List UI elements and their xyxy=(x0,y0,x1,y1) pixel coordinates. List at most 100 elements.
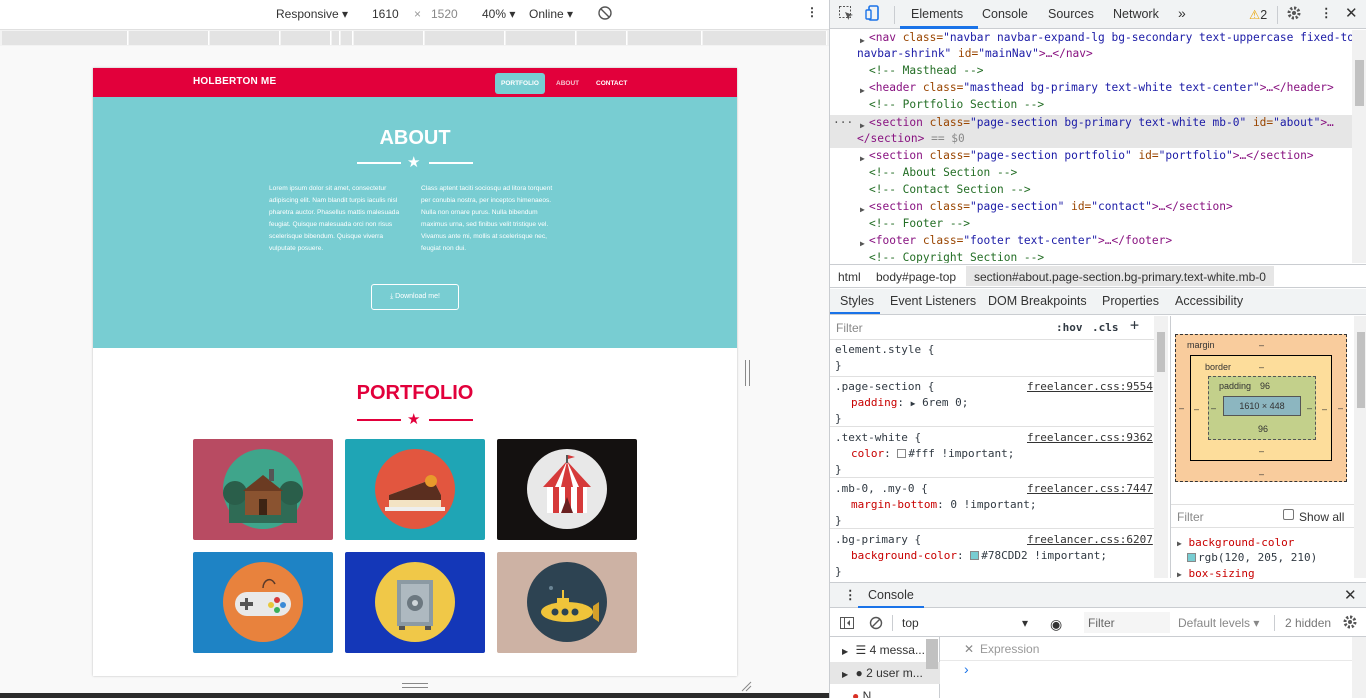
box-model-scrollbar[interactable] xyxy=(1354,316,1366,578)
dom-node-footer[interactable]: <footer class="footer text-center">…</fo… xyxy=(869,233,1172,250)
more-options-icon[interactable]: ⋮ xyxy=(806,5,818,19)
site-brand[interactable]: HOLBERTON ME xyxy=(193,76,276,87)
tab-network[interactable]: Network xyxy=(1113,7,1159,21)
tab-event-listeners[interactable]: Event Listeners xyxy=(890,294,976,308)
breadcrumb-html[interactable]: html xyxy=(838,270,861,284)
portfolio-item-cabin[interactable] xyxy=(193,439,333,540)
dom-node-section-contact[interactable]: <section class="page-section" id="contac… xyxy=(869,199,1233,216)
network-select[interactable]: Online ▾ xyxy=(529,7,573,21)
console-scrollbar[interactable] xyxy=(1352,637,1366,698)
rule-text-white[interactable]: .text-white { freelancer.css:9362 color:… xyxy=(830,429,1154,478)
portfolio-item-submarine[interactable] xyxy=(497,552,637,653)
rule-bg-primary[interactable]: .bg-primary { freelancer.css:6207 backgr… xyxy=(830,531,1154,578)
tab-sources[interactable]: Sources xyxy=(1048,7,1094,21)
height-input[interactable]: 1520 xyxy=(431,7,458,21)
resize-handle-right[interactable] xyxy=(745,360,750,386)
dom-node-section-portfolio[interactable]: <section class="page-section portfolio" … xyxy=(869,148,1314,165)
rule-element-style[interactable]: element.style { } xyxy=(830,342,1154,377)
zoom-select[interactable]: 40% ▾ xyxy=(482,7,515,21)
inspect-element-icon[interactable] xyxy=(838,5,854,24)
dom-comment[interactable]: <!-- Masthead --> xyxy=(869,63,984,80)
add-rule-icon[interactable]: + xyxy=(1130,317,1139,334)
scrollbar-thumb[interactable] xyxy=(926,639,938,669)
resize-handle-corner[interactable] xyxy=(740,680,752,692)
rule-declaration[interactable]: color: #fff !important; xyxy=(851,446,1014,462)
clear-console-icon[interactable] xyxy=(868,615,884,634)
tab-dom-breakpoints[interactable]: DOM Breakpoints xyxy=(988,294,1087,308)
rule-page-section[interactable]: .page-section { freelancer.css:9554 padd… xyxy=(830,378,1154,427)
portfolio-item-cake[interactable] xyxy=(345,439,485,540)
box-model-margin[interactable]: margin – – – – border – – – – padding 96… xyxy=(1175,334,1347,482)
box-model-border[interactable]: border – – – – padding 96 – – 96 1610 × … xyxy=(1190,355,1332,461)
rule-source-link[interactable]: freelancer.css:9554 xyxy=(1027,379,1153,395)
dom-node-section-about-close[interactable]: </section> == $0 xyxy=(857,131,965,148)
nav-link-contact[interactable]: CONTACT xyxy=(590,73,633,94)
close-icon[interactable]: ✕ xyxy=(964,642,974,656)
rule-declaration[interactable]: margin-bottom: 0 !important; xyxy=(851,497,1036,513)
rule-source-link[interactable]: freelancer.css:9362 xyxy=(1027,430,1153,446)
portfolio-item-circus[interactable] xyxy=(497,439,637,540)
sidebar-item-user-label[interactable]: ▶ ● 2 user m... xyxy=(842,666,923,680)
drawer-tab-console[interactable]: Console xyxy=(868,588,914,602)
portfolio-item-safe[interactable] xyxy=(345,552,485,653)
device-toggle-icon[interactable] xyxy=(865,5,881,24)
console-filter-input[interactable]: Filter xyxy=(1084,612,1170,633)
rule-declaration[interactable]: background-color: #78CDD2 !important; xyxy=(851,548,1107,564)
computed-filter-input[interactable]: Filter xyxy=(1177,510,1204,524)
tab-styles[interactable]: Styles xyxy=(840,294,874,308)
sidebar-item-next[interactable]: ● N... xyxy=(852,689,881,698)
context-select[interactable]: top ▾ xyxy=(902,616,1028,630)
dom-comment[interactable]: <!-- Footer --> xyxy=(869,216,970,233)
color-swatch[interactable] xyxy=(897,449,907,458)
color-swatch[interactable] xyxy=(970,551,980,560)
tab-accessibility[interactable]: Accessibility xyxy=(1175,294,1243,308)
styles-scrollbar[interactable] xyxy=(1154,316,1168,578)
download-button[interactable]: ⤓ Download me! xyxy=(371,284,459,310)
expand-arrow-icon[interactable]: ▶ xyxy=(860,236,865,253)
expand-arrow-icon[interactable]: ▶ xyxy=(860,151,865,168)
expand-arrow-icon[interactable]: ▶ xyxy=(860,202,865,219)
computed-prop[interactable]: ▶ box-sizing xyxy=(1177,567,1255,580)
dom-comment[interactable]: <!-- Portfolio Section --> xyxy=(869,97,1044,114)
dom-node-section-about[interactable]: <section class="page-section bg-primary … xyxy=(869,115,1334,132)
sidebar-item-messages[interactable]: ▶ ☰ 4 messa... xyxy=(842,643,925,657)
rule-declaration[interactable]: padding: ▶ 6rem 0; xyxy=(851,395,968,412)
scrollbar-thumb[interactable] xyxy=(1157,332,1165,372)
live-expression[interactable]: ✕ Expression xyxy=(940,637,1366,661)
rotate-icon[interactable] xyxy=(597,5,613,24)
box-model-padding[interactable]: padding 96 – – 96 1610 × 448 xyxy=(1208,376,1316,440)
more-options-icon[interactable]: ⋮ xyxy=(844,587,857,602)
sidebar-toggle-icon[interactable] xyxy=(839,615,855,634)
more-options-icon[interactable]: ⋮ xyxy=(1320,5,1333,20)
dom-comment[interactable]: <!-- Copyright Section --> xyxy=(869,250,1044,263)
device-select[interactable]: Responsive ▾ xyxy=(276,7,348,21)
dom-comment[interactable]: <!-- About Section --> xyxy=(869,165,1017,182)
rule-source-link[interactable]: freelancer.css:6207 xyxy=(1027,532,1153,548)
nav-link-about[interactable]: ABOUT xyxy=(550,73,585,94)
tab-elements[interactable]: Elements xyxy=(911,7,963,21)
levels-select[interactable]: Default levels ▾ xyxy=(1178,616,1259,630)
box-model-content[interactable]: 1610 × 448 xyxy=(1223,396,1301,416)
show-all-checkbox[interactable] xyxy=(1283,509,1294,520)
close-icon[interactable]: ✕ xyxy=(1345,4,1358,22)
color-swatch[interactable] xyxy=(1187,553,1196,562)
rule-source-link[interactable]: freelancer.css:7447 xyxy=(1027,481,1153,497)
eye-icon[interactable]: ◉ xyxy=(1050,616,1062,633)
computed-prop[interactable]: ▶ background-color xyxy=(1177,536,1294,549)
gear-icon[interactable] xyxy=(1286,5,1302,24)
tab-properties[interactable]: Properties xyxy=(1102,294,1159,308)
warnings-badge[interactable]: ⚠2 xyxy=(1249,7,1267,22)
resize-handle-bottom[interactable] xyxy=(402,683,428,688)
expand-arrow-icon[interactable]: ▶ xyxy=(860,83,865,100)
dom-node-nav[interactable]: <nav class="navbar navbar-expand-lg bg-s… xyxy=(869,30,1352,47)
scrollbar-thumb[interactable] xyxy=(1357,332,1365,408)
console-prompt[interactable]: › xyxy=(964,661,969,677)
dom-comment[interactable]: <!-- Contact Section --> xyxy=(869,182,1031,199)
close-icon[interactable]: ✕ xyxy=(1344,586,1357,604)
tab-console[interactable]: Console xyxy=(982,7,1028,21)
portfolio-item-game[interactable] xyxy=(193,552,333,653)
rule-mb-0[interactable]: .mb-0, .my-0 { freelancer.css:7447 margi… xyxy=(830,480,1154,529)
hov-toggle[interactable]: :hov xyxy=(1056,320,1083,336)
dom-node-nav-cont[interactable]: navbar-shrink" id="mainNav">…</nav> xyxy=(857,46,1093,63)
media-query-ruler[interactable] xyxy=(0,30,829,46)
